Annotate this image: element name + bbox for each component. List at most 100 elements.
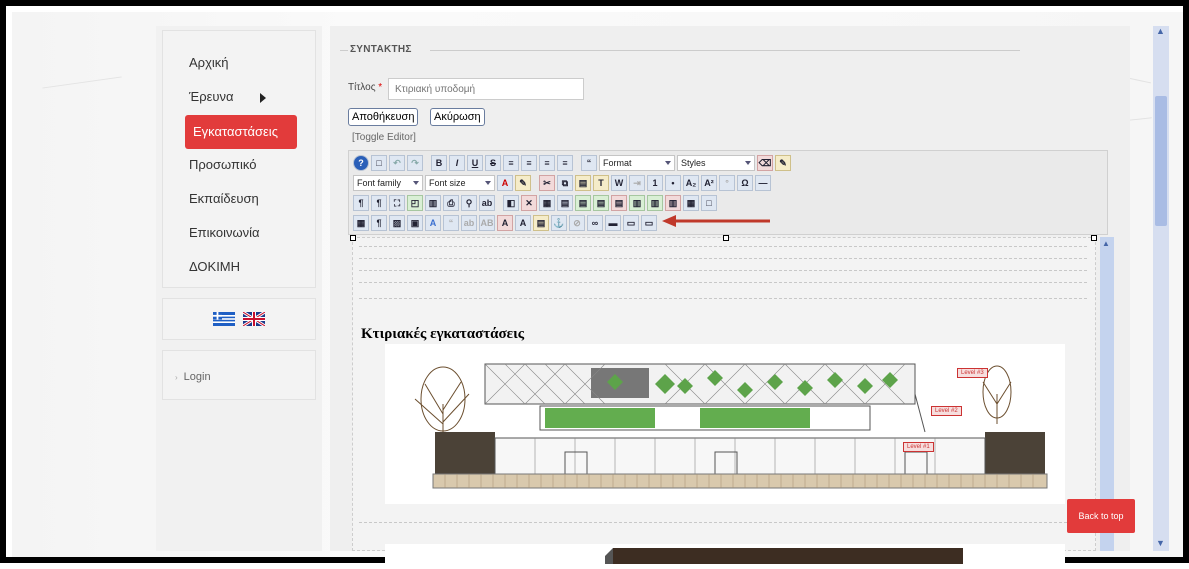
merge-cells-icon[interactable]: □ bbox=[701, 195, 717, 211]
help-icon[interactable]: ? bbox=[353, 155, 369, 171]
page-scrollbar[interactable]: ▲ ▼ bbox=[1153, 26, 1169, 551]
paste-text-icon[interactable]: T bbox=[593, 175, 609, 191]
preview-icon[interactable]: ◰ bbox=[407, 195, 423, 211]
redo-icon[interactable]: ↷ bbox=[407, 155, 423, 171]
acronym-icon[interactable]: AB bbox=[479, 215, 495, 231]
menu-item-contact[interactable]: Επικοινωνία bbox=[189, 217, 260, 249]
paste-icon[interactable]: ▤ bbox=[575, 175, 591, 191]
unlink-icon[interactable]: ⊘ bbox=[569, 215, 585, 231]
paste-word-icon[interactable]: W bbox=[611, 175, 627, 191]
menu-item-facilities[interactable]: Εγκαταστάσεις bbox=[185, 115, 297, 172]
template-icon[interactable]: ▥ bbox=[425, 195, 441, 211]
resize-handle[interactable] bbox=[1091, 235, 1097, 241]
italic-icon[interactable]: I bbox=[449, 155, 465, 171]
title-label: Τίτλος * bbox=[348, 82, 383, 93]
underline-icon[interactable]: U bbox=[467, 155, 483, 171]
show-blocks-icon[interactable]: ¶ bbox=[371, 215, 387, 231]
font-size-dropdown[interactable]: Font size bbox=[425, 175, 495, 191]
split-cells-icon[interactable]: ▦ bbox=[683, 195, 699, 211]
cut-icon[interactable]: ✂ bbox=[539, 175, 555, 191]
delete-col-icon[interactable]: ▥ bbox=[665, 195, 681, 211]
insert-col-after-icon[interactable]: ▥ bbox=[647, 195, 663, 211]
horizontal-rule-icon[interactable]: — bbox=[755, 175, 771, 191]
eraser-icon[interactable]: ⌫ bbox=[757, 155, 773, 171]
attribs-icon[interactable]: ▤ bbox=[533, 215, 549, 231]
menu-item-home[interactable]: Αρχική bbox=[189, 47, 229, 79]
copy-icon[interactable]: ⧉ bbox=[557, 175, 573, 191]
subscript-icon[interactable]: A₂ bbox=[683, 175, 699, 191]
cancel-button[interactable]: Ακύρωση bbox=[430, 108, 485, 126]
insert-row-after-icon[interactable]: ▤ bbox=[593, 195, 609, 211]
resize-handle[interactable] bbox=[723, 235, 729, 241]
resize-handle[interactable] bbox=[350, 235, 356, 241]
insert-row-before-icon[interactable]: ▤ bbox=[575, 195, 591, 211]
fullscreen-icon[interactable]: ⛶ bbox=[389, 195, 405, 211]
second-image[interactable] bbox=[385, 544, 1065, 564]
ltr-icon[interactable]: ¶ bbox=[353, 195, 369, 211]
replace-icon[interactable]: ab bbox=[479, 195, 495, 211]
text-color-icon[interactable]: A bbox=[497, 175, 513, 191]
style-props-icon[interactable]: A bbox=[425, 215, 441, 231]
scroll-up-icon[interactable]: ▲ bbox=[1102, 239, 1110, 248]
main-menu: Αρχική Έρευνα Εγκαταστάσεις Προσωπικό Εκ… bbox=[162, 30, 316, 288]
greek-flag-icon[interactable] bbox=[213, 312, 235, 326]
abbr-icon[interactable]: ab bbox=[461, 215, 477, 231]
cite-icon[interactable]: “ bbox=[443, 215, 459, 231]
undo-icon[interactable]: ↶ bbox=[389, 155, 405, 171]
media-icon[interactable]: ▣ bbox=[407, 215, 423, 231]
menu-item-test[interactable]: ΔΟΚΙΜΗ bbox=[189, 251, 240, 283]
article-icon[interactable]: ▭ bbox=[623, 215, 639, 231]
align-left-icon[interactable]: ≡ bbox=[503, 155, 519, 171]
menu-item-research[interactable]: Έρευνα bbox=[189, 81, 266, 113]
bold-icon[interactable]: B bbox=[431, 155, 447, 171]
align-right-icon[interactable]: ≡ bbox=[539, 155, 555, 171]
styles-dropdown[interactable]: Styles bbox=[677, 155, 755, 171]
uk-flag-icon[interactable] bbox=[243, 312, 265, 326]
save-button[interactable]: Αποθήκευση bbox=[348, 108, 419, 126]
table-props-icon[interactable]: ▦ bbox=[539, 195, 555, 211]
editor-panel: ΣΥΝΤΑΚΤΗΣ Τίτλος * Αποθήκευση Ακύρωση [T… bbox=[330, 26, 1130, 564]
scrollbar-thumb[interactable] bbox=[1155, 96, 1167, 226]
highlight-icon[interactable]: ✎ bbox=[515, 175, 531, 191]
align-center-icon[interactable]: ≡ bbox=[521, 155, 537, 171]
indent-icon[interactable]: ⇥ bbox=[629, 175, 645, 191]
toggle-editor-link[interactable]: [Toggle Editor] bbox=[352, 132, 416, 143]
visual-aid-icon[interactable]: ▦ bbox=[353, 215, 369, 231]
rtl-icon[interactable]: ¶ bbox=[371, 195, 387, 211]
menu-item-education[interactable]: Εκπαίδευση bbox=[189, 183, 259, 215]
menu-item-staff[interactable]: Προσωπικό bbox=[189, 149, 256, 181]
building-elevation-image[interactable]: Level #3 Level #2 Level #1 bbox=[385, 344, 1065, 504]
blockquote-icon[interactable]: “ bbox=[581, 155, 597, 171]
new-document-icon[interactable]: □ bbox=[371, 155, 387, 171]
row-props-icon[interactable]: ▤ bbox=[557, 195, 573, 211]
superscript-icon[interactable]: A² bbox=[701, 175, 717, 191]
align-justify-icon[interactable]: ≡ bbox=[557, 155, 573, 171]
numbered-list-icon[interactable]: 1 bbox=[647, 175, 663, 191]
link-icon[interactable]: ∞ bbox=[587, 215, 603, 231]
font-family-dropdown[interactable]: Font family bbox=[353, 175, 423, 191]
title-input[interactable] bbox=[388, 78, 584, 100]
pagebreak-icon[interactable]: ▭ bbox=[641, 215, 657, 231]
delete-row-icon[interactable]: ▤ bbox=[611, 195, 627, 211]
scroll-down-icon[interactable]: ▼ bbox=[1156, 538, 1165, 548]
cleanup-icon[interactable]: ✎ bbox=[775, 155, 791, 171]
format-dropdown[interactable]: Format bbox=[599, 155, 675, 171]
bullet-list-icon[interactable]: • bbox=[665, 175, 681, 191]
back-to-top-button[interactable]: Back to top bbox=[1067, 499, 1135, 533]
image-icon[interactable]: ▨ bbox=[389, 215, 405, 231]
anchor-icon[interactable]: ⚓ bbox=[551, 215, 567, 231]
find-icon[interactable]: ⚲ bbox=[461, 195, 477, 211]
editor-content-area[interactable]: Κτιριακές εγκαταστάσεις Level #3 Level #… bbox=[350, 235, 1097, 564]
print-icon[interactable]: ⎙ bbox=[443, 195, 459, 211]
omega-icon[interactable]: Ω bbox=[737, 175, 753, 191]
readmore-icon[interactable]: ▬ bbox=[605, 215, 621, 231]
ins-icon[interactable]: A bbox=[515, 215, 531, 231]
scroll-up-icon[interactable]: ▲ bbox=[1156, 26, 1165, 36]
insert-layer-icon[interactable]: ◧ bbox=[503, 195, 519, 211]
delete-layer-icon[interactable]: ✕ bbox=[521, 195, 537, 211]
login-link[interactable]: › Login bbox=[175, 371, 211, 383]
strikethrough-icon[interactable]: S bbox=[485, 155, 501, 171]
insert-col-before-icon[interactable]: ▥ bbox=[629, 195, 645, 211]
special-char-disabled-icon[interactable]: ° bbox=[719, 175, 735, 191]
del-icon[interactable]: A bbox=[497, 215, 513, 231]
